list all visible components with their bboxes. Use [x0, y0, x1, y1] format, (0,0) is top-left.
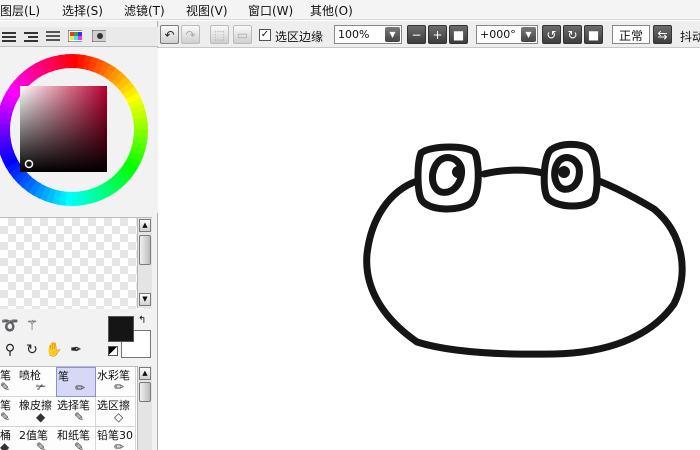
scroll-up-icon[interactable]: ▲ — [139, 219, 151, 232]
deselect-icon: ⬚ — [213, 27, 226, 42]
scratchpad[interactable] — [0, 217, 152, 309]
color-wheel[interactable] — [0, 48, 158, 213]
zoom-icon[interactable]: ⚲ — [0, 340, 20, 360]
flip-icon: ⇆ — [657, 27, 668, 42]
scratchpad-scrollbar[interactable]: ▲ ▼ — [137, 218, 152, 308]
menu-layer[interactable]: 图层(L) — [0, 2, 40, 19]
frog-right-pupil — [558, 166, 570, 178]
rotate-right-button[interactable]: ↻ — [563, 25, 582, 44]
brush-slot[interactable]: 2值笔 ✎ — [18, 427, 58, 450]
watercolor-icon: ✏ — [114, 380, 125, 394]
undo-button[interactable]: ↶ — [160, 25, 179, 44]
color-wheel-tab-icon[interactable] — [2, 30, 16, 42]
rotate-left-button[interactable]: ↺ — [542, 25, 561, 44]
brush-icon: ✏ — [75, 381, 86, 395]
foreground-color-swatch[interactable] — [108, 316, 134, 342]
redo-icon: ↷ — [185, 27, 196, 42]
menu-filter[interactable]: 滤镜(T) — [124, 2, 165, 19]
scroll-down-icon[interactable]: ▼ — [139, 293, 151, 306]
reset-icon: ■ — [587, 27, 600, 42]
rotate-left-icon: ↺ — [546, 27, 557, 42]
bucket-icon: ◆ — [0, 440, 10, 450]
frog-body-stroke — [363, 177, 686, 358]
frog-forehead-stroke — [480, 166, 547, 178]
magic-wand-icon[interactable]: ⚚ — [22, 316, 42, 336]
menu-bar: 图层(L) 选择(S) 滤镜(T) 视图(V) 窗口(W) 其他(O) — [0, 0, 700, 20]
reset-icon: ■ — [452, 27, 465, 42]
frog-drawing — [363, 140, 686, 358]
zoom-out-button[interactable]: − — [407, 25, 426, 44]
rotate-icon[interactable]: ↻ — [22, 340, 42, 360]
tool-palette: ➰ ⚚ ⚲ ↻ ✋ ✒ — [0, 312, 105, 364]
stabilizer-label: 抖动 — [680, 30, 700, 44]
eraser-icon: ◆ — [36, 410, 46, 424]
brush-scrollbar[interactable]: ▲ — [137, 366, 152, 450]
binary-pen-icon: ✎ — [36, 440, 47, 450]
menu-window[interactable]: 窗口(W) — [248, 2, 293, 19]
undo-icon: ↶ — [164, 27, 175, 42]
zoom-in-button[interactable]: + — [428, 25, 447, 44]
drawing-canvas[interactable] — [159, 49, 700, 450]
swap-colors-icon[interactable]: ↰ — [138, 315, 146, 326]
menu-view[interactable]: 视图(V) — [186, 2, 228, 19]
redo-button[interactable]: ↷ — [181, 25, 200, 44]
color-wheel-area[interactable] — [0, 48, 158, 213]
brush-slot[interactable]: 铅笔30 ✏ — [96, 427, 136, 450]
washi-pen-icon: ✎ — [74, 440, 85, 450]
selection-edge-label: 选区边缘 — [275, 30, 324, 44]
zoom-dropdown[interactable]: 100% ▼ — [334, 25, 402, 44]
marker-icon: ✎ — [0, 410, 11, 424]
chevron-down-icon: ▼ — [521, 27, 536, 42]
brush-slot[interactable]: 喷枪 ✃ — [18, 367, 58, 397]
deselect-button[interactable]: ⬚ — [210, 25, 229, 44]
rotation-value: +000° — [480, 28, 516, 41]
blend-mode-button[interactable]: 正常 — [612, 25, 651, 44]
brush-grid: 笔 ✎ 喷枪 ✃ 笔 ✏ 水彩笔 ✏ 笔 ✎ 橡皮擦 ◆ 选择笔 ✎ 选区擦 ◇ 桶 ◆ 2值笔 ✎… — [0, 366, 137, 450]
selection-edge-checkbox[interactable]: ✓ — [259, 29, 271, 41]
eyedropper-icon[interactable]: ✒ — [66, 340, 86, 360]
brush-slot[interactable]: 水彩笔 ✏ — [96, 367, 136, 397]
brush-slot[interactable]: 选择笔 ✎ — [56, 397, 96, 427]
selection-pen-icon: ✎ — [74, 410, 85, 424]
hue-segment — [65, 54, 74, 71]
lasso-icon[interactable]: ➰ — [0, 316, 20, 336]
swatch-tab-icon[interactable] — [92, 30, 106, 42]
hsv-slider-tab-icon[interactable] — [46, 30, 60, 42]
rotation-dropdown[interactable]: +000° ▼ — [476, 25, 538, 44]
scrollbar-thumb[interactable] — [139, 235, 151, 265]
menu-select[interactable]: 选择(S) — [62, 2, 103, 19]
invert-selection-icon: ▭ — [236, 27, 249, 42]
brush-slot-selected[interactable]: 笔 ✏ — [56, 367, 96, 397]
zoom-reset-button[interactable]: ■ — [449, 25, 468, 44]
menu-other[interactable]: 其他(O) — [310, 2, 353, 19]
pencil-icon: ✏ — [114, 440, 125, 450]
flip-button[interactable]: ⇆ — [653, 25, 672, 44]
zoom-value: 100% — [338, 28, 370, 41]
rgb-slider-tab-icon[interactable] — [24, 30, 38, 42]
pen-icon: ✎ — [0, 380, 11, 394]
brush-slot[interactable]: 和纸笔 ✎ — [56, 427, 96, 450]
palette-tab-icon[interactable] — [68, 30, 82, 42]
hand-icon[interactable]: ✋ — [44, 340, 64, 360]
brush-slot[interactable]: 橡皮擦 ◆ — [18, 397, 58, 427]
reset-colors-icon[interactable] — [108, 346, 118, 356]
scroll-up-icon[interactable]: ▲ — [139, 367, 151, 380]
plus-icon: + — [432, 27, 443, 42]
chevron-down-icon: ▼ — [385, 27, 400, 42]
frog-left-pupil — [452, 166, 464, 178]
minus-icon: − — [411, 27, 422, 42]
airbrush-icon: ✃ — [36, 380, 47, 394]
brush-slot[interactable]: 选区擦 ◇ — [96, 397, 136, 427]
invert-selection-button[interactable]: ▭ — [233, 25, 252, 44]
rotate-right-icon: ↻ — [567, 27, 578, 42]
selection-eraser-icon: ◇ — [114, 410, 124, 424]
color-panel-tabs — [0, 27, 158, 47]
scrollbar-thumb[interactable] — [139, 382, 151, 402]
rotate-reset-button[interactable]: ■ — [584, 25, 603, 44]
